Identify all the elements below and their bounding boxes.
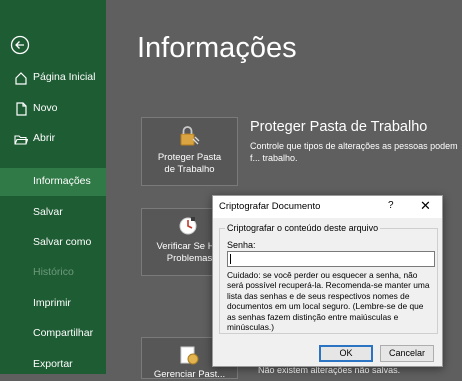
- text-caret: [230, 254, 231, 264]
- sidebar-item-save-as[interactable]: Salvar como: [0, 229, 106, 257]
- password-label: Senha:: [227, 240, 256, 250]
- lock-icon: [180, 126, 200, 146]
- close-icon[interactable]: ✕: [420, 198, 431, 214]
- protect-section-description: Controle que tipos de alterações as pess…: [250, 141, 458, 163]
- home-icon: [15, 72, 27, 85]
- sidebar-item-label: Imprimir: [33, 297, 71, 309]
- manage-tile-label: Gerenciar Past...: [153, 369, 226, 380]
- protect-section-title: Proteger Pasta de Trabalho: [250, 119, 428, 135]
- sidebar-item-label: Salvar como: [33, 236, 92, 248]
- password-warning-text: Cuidado: se você perder ou esquecer a se…: [227, 270, 430, 333]
- sidebar-item-label: Página Inicial: [33, 71, 96, 83]
- sidebar-item-label: Salvar: [33, 206, 63, 218]
- protect-tile-label: Proteger Pasta: [157, 152, 222, 163]
- page-title: Informações: [137, 32, 297, 64]
- sidebar-item-print[interactable]: Imprimir: [0, 290, 106, 318]
- ok-button[interactable]: OK: [319, 345, 373, 362]
- sidebar-item-label: Novo: [33, 102, 58, 114]
- folder-open-icon: [14, 135, 28, 145]
- sidebar-item-export[interactable]: Exportar: [0, 351, 106, 379]
- manage-workbook-icon: [180, 346, 199, 365]
- sidebar-item-history: Histórico: [0, 259, 106, 287]
- help-button[interactable]: ?: [388, 200, 394, 211]
- back-arrow-icon[interactable]: [10, 35, 30, 55]
- dialog-title: Criptografar Documento: [219, 201, 321, 212]
- cancel-button[interactable]: Cancelar: [380, 345, 434, 362]
- sidebar-item-label: Informações: [33, 175, 91, 187]
- sidebar-item-save[interactable]: Salvar: [0, 199, 106, 227]
- new-document-icon: [16, 102, 27, 116]
- protect-tile-label-2: de Trabalho: [164, 164, 215, 175]
- sidebar-item-new[interactable]: Novo: [0, 95, 106, 123]
- dialog-titlebar: Criptografar Documento ? ✕: [213, 196, 442, 218]
- backstage-sidebar: Página Inicial Novo Abrir Informações Sa…: [0, 0, 106, 374]
- sidebar-item-info[interactable]: Informações: [0, 168, 106, 196]
- sidebar-item-label: Histórico: [33, 266, 74, 278]
- sidebar-item-label: Compartilhar: [33, 327, 94, 339]
- protect-workbook-button[interactable]: Proteger Pasta de Trabalho: [141, 117, 238, 186]
- sidebar-item-share[interactable]: Compartilhar: [0, 320, 106, 348]
- inspect-document-icon: [179, 217, 197, 235]
- sidebar-item-open[interactable]: Abrir: [0, 125, 106, 153]
- encrypt-group-title: Criptografar o conteúdo deste arquivo: [225, 223, 381, 233]
- sidebar-item-label: Abrir: [33, 132, 56, 144]
- sidebar-item-home[interactable]: Página Inicial: [0, 64, 106, 92]
- sidebar-item-label: Exportar: [33, 358, 73, 370]
- password-input[interactable]: [227, 251, 435, 267]
- encrypt-document-dialog: Criptografar Documento ? ✕ Criptografar …: [212, 195, 443, 367]
